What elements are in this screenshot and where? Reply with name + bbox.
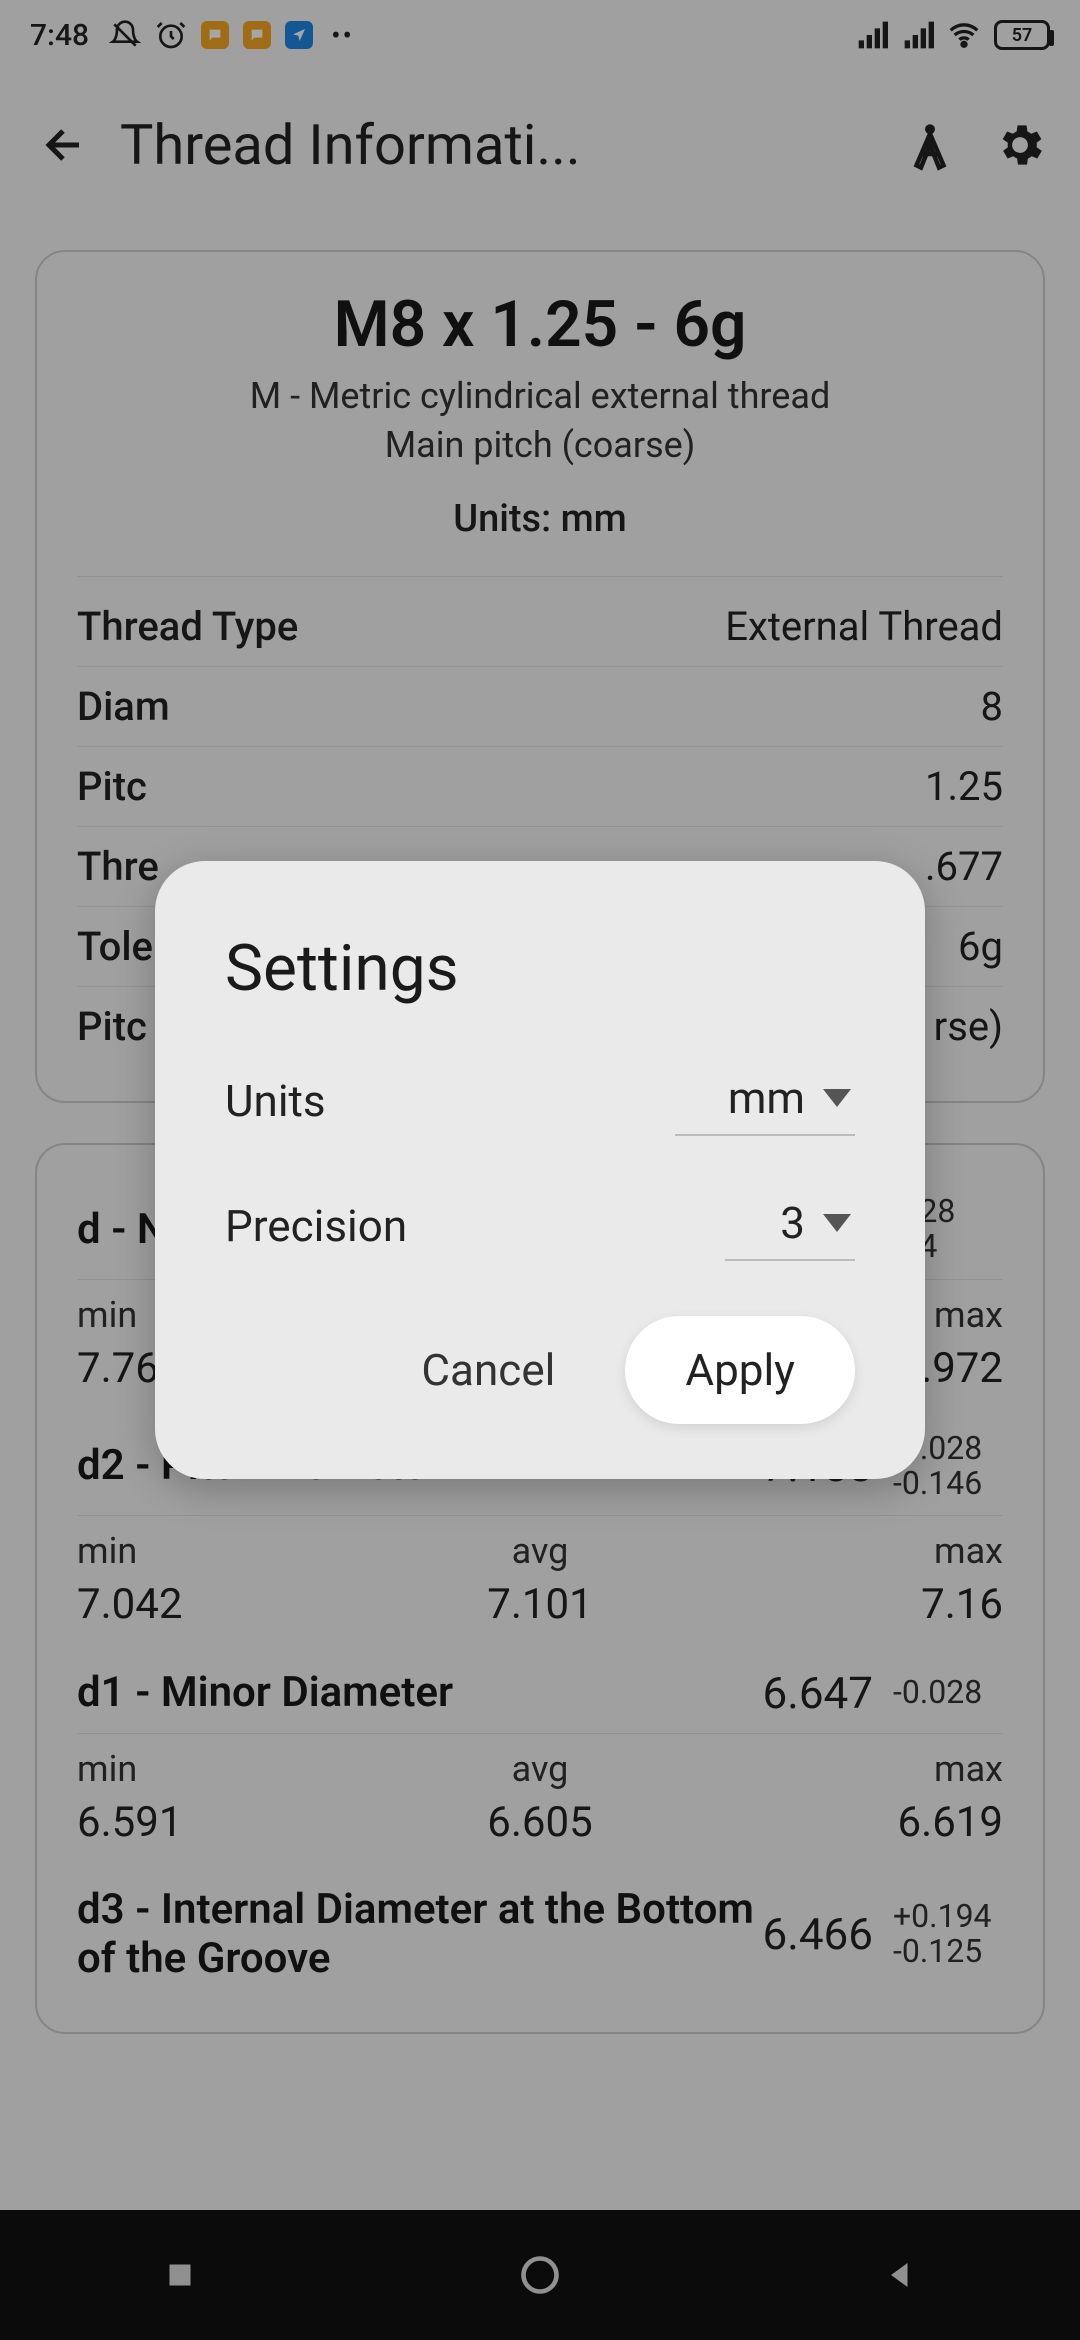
units-field: Units mm <box>225 1066 855 1136</box>
settings-dialog: Settings Units mm Precision 3 Cancel App… <box>155 861 925 1479</box>
cancel-button[interactable]: Cancel <box>391 1324 585 1416</box>
dialog-title: Settings <box>225 931 855 1006</box>
units-label: Units <box>225 1075 326 1127</box>
dropdown-icon <box>823 1214 851 1232</box>
precision-field: Precision 3 <box>225 1191 855 1261</box>
precision-select[interactable]: 3 <box>725 1191 855 1261</box>
units-select[interactable]: mm <box>675 1066 855 1136</box>
apply-button[interactable]: Apply <box>625 1316 855 1424</box>
modal-overlay[interactable]: Settings Units mm Precision 3 Cancel App… <box>0 0 1080 2340</box>
dropdown-icon <box>823 1089 851 1107</box>
precision-label: Precision <box>225 1200 407 1252</box>
